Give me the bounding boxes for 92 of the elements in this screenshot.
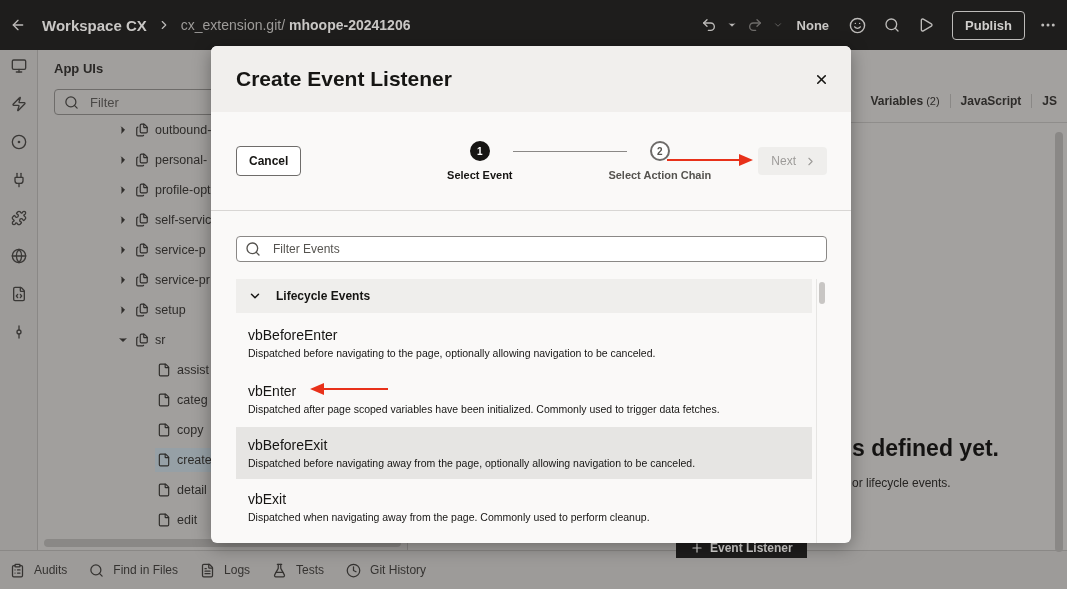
scrollbar[interactable] — [1055, 132, 1063, 552]
tree-item[interactable]: profile-opt — [155, 183, 211, 197]
puzzle-icon[interactable] — [10, 210, 27, 226]
log-icon — [200, 562, 216, 578]
play-icon[interactable] — [918, 17, 935, 33]
target-icon[interactable] — [10, 134, 27, 150]
folder-pages-icon — [135, 153, 149, 167]
code-file-icon[interactable] — [10, 286, 27, 302]
page-icon — [157, 363, 171, 377]
event-item[interactable]: vbEnter Dispatched after page scoped variables have been initialized. Commonly used to trigger data fetches. — [236, 373, 812, 425]
editor-tab[interactable]: Variables (2) — [860, 94, 950, 108]
publish-button[interactable]: Publish — [952, 10, 1025, 40]
bottom-tab[interactable]: Find in Files — [89, 562, 179, 578]
cancel-button[interactable]: Cancel — [236, 146, 302, 176]
tree-item[interactable]: edit — [177, 513, 198, 527]
filter-events-field[interactable]: Filter Events — [236, 236, 827, 262]
page-icon — [157, 393, 171, 407]
branch-name[interactable]: mhoope-20241206 — [289, 17, 411, 33]
tree-item[interactable]: service-p — [155, 243, 206, 257]
plus-icon — [690, 541, 704, 555]
caret-icon[interactable] — [726, 20, 737, 30]
search-icon[interactable] — [884, 17, 901, 33]
tree-row-highlight[interactable]: edit — [155, 508, 202, 532]
dialog-title: Create Event Listener — [236, 67, 452, 91]
globe-icon[interactable] — [10, 248, 27, 264]
search-icon — [245, 241, 261, 257]
page-icon — [157, 513, 171, 527]
tree-item[interactable]: assist — [177, 363, 209, 377]
tree-item[interactable]: categ — [177, 393, 208, 407]
repository-path[interactable]: cx_extension.git/ — [180, 17, 286, 33]
step-label[interactable]: Select Action Chain — [608, 169, 712, 181]
tree-item[interactable]: detail — [177, 483, 207, 497]
bottom-tab[interactable]: Tests — [272, 562, 325, 578]
flask-icon — [272, 562, 288, 578]
event-name: vbExit — [248, 491, 287, 507]
folder-pages-icon — [135, 213, 149, 227]
bottom-tab[interactable]: Git History — [346, 562, 427, 578]
editor-tab[interactable]: JS — [1031, 94, 1067, 108]
undo-icon[interactable] — [700, 17, 717, 33]
event-description: Dispatched before navigating to the page, optionally allowing navigation to be canceled. — [248, 347, 657, 359]
event-item[interactable]: vbBeforeExit Dispatched before navigating away from the page, optionally allowing navigation to be canceled. — [236, 427, 812, 479]
tree-item[interactable]: setup — [155, 303, 186, 317]
page-icon — [157, 423, 171, 437]
tree-item[interactable]: sr — [155, 333, 166, 347]
tree-row-highlight[interactable]: detail — [155, 478, 211, 502]
smiley-icon[interactable] — [849, 16, 867, 34]
panel-title: App UIs — [54, 61, 105, 76]
event-name: vbBeforeEnter — [248, 327, 338, 343]
tree-row-highlight[interactable]: copy — [155, 418, 208, 442]
tree-item[interactable]: personal- — [155, 153, 208, 167]
tree-item[interactable]: self-servic — [155, 213, 212, 227]
folder-pages-icon — [135, 303, 149, 317]
workspace-title[interactable]: Workspace CX — [42, 16, 147, 34]
empty-state-heading: s defined yet. — [852, 435, 1000, 462]
folder-pages-icon — [135, 183, 149, 197]
event-description: Dispatched when navigating away from the page. Commonly used to perform cleanup. — [248, 511, 651, 523]
folder-pages-icon — [135, 333, 149, 347]
monitor-icon[interactable] — [10, 58, 27, 74]
page-icon — [157, 483, 171, 497]
empty-state-text: or lifecycle events. — [852, 476, 952, 490]
clock-icon — [346, 562, 362, 578]
folder-pages-icon — [135, 123, 149, 137]
event-name: vbEnter — [248, 383, 297, 399]
clipboard-icon — [10, 562, 25, 578]
lightning-icon[interactable] — [10, 96, 27, 112]
search-icon — [64, 95, 79, 110]
event-item[interactable]: vbExit Dispatched when navigating away from the page. Commonly used to perform cleanup. — [236, 481, 812, 533]
editor-tab[interactable]: JavaScript — [949, 94, 1032, 108]
tree-item[interactable]: create — [177, 453, 212, 467]
tree-item[interactable]: service-pr — [155, 273, 210, 287]
tree-row-highlight[interactable]: assist — [155, 358, 213, 382]
bottom-tab[interactable]: Audits — [10, 562, 68, 578]
tree-row-highlight[interactable]: categ — [155, 388, 212, 412]
step-number[interactable]: 1 — [469, 141, 490, 161]
redo-icon[interactable] — [746, 17, 763, 33]
back-icon[interactable] — [10, 17, 26, 33]
tree-item[interactable]: outbound- — [155, 123, 212, 137]
search-icon — [89, 562, 105, 578]
event-description: Dispatched before navigating away from the page, optionally allowing navigation to be canceled. — [248, 457, 697, 469]
bottom-tab[interactable]: Logs — [200, 562, 251, 578]
folder-pages-icon — [135, 273, 149, 287]
step-label[interactable]: Select Event — [447, 169, 513, 181]
event-description: Dispatched after page scoped variables have been initialized. Commonly used to trigger data fetches. — [248, 403, 721, 415]
tree-item[interactable]: copy — [177, 423, 204, 437]
page-icon — [157, 453, 171, 467]
event-name: vbBeforeExit — [248, 437, 328, 453]
group-header[interactable]: Lifecycle Events — [236, 279, 812, 313]
event-item[interactable]: vbBeforeEnter Dispatched before navigating to the page, optionally allowing navigation to be canceled. — [236, 315, 812, 371]
mode-label[interactable]: None — [796, 17, 830, 33]
step-number[interactable]: 2 — [649, 141, 670, 161]
scrollbar[interactable] — [816, 279, 827, 543]
folder-pages-icon — [135, 243, 149, 257]
